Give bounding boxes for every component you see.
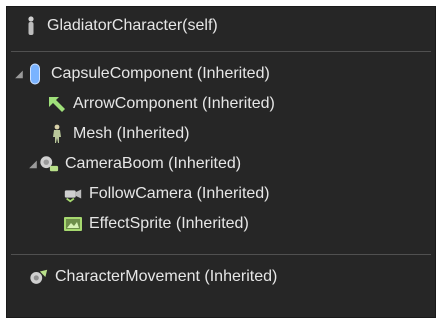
component-row-mesh[interactable]: Mesh (Inherited) — [7, 119, 435, 149]
component-label: CameraBoom (Inherited) — [65, 155, 242, 172]
mesh-icon — [47, 124, 67, 144]
component-row-followcamera[interactable]: FollowCamera (Inherited) — [7, 179, 435, 209]
component-label: GladiatorCharacter(self) — [47, 17, 218, 34]
movement-icon — [29, 267, 49, 287]
camera-icon — [63, 184, 83, 204]
separator — [11, 51, 431, 52]
character-icon — [21, 16, 41, 36]
component-label: ArrowComponent (Inherited) — [73, 95, 275, 112]
component-label: FollowCamera (Inherited) — [89, 185, 270, 202]
component-row-charactermovement[interactable]: CharacterMovement (Inherited) — [7, 262, 435, 292]
component-row-capsule[interactable]: ◢ CapsuleComponent (Inherited) — [7, 59, 435, 89]
camera-boom-icon — [39, 154, 59, 174]
components-panel: GladiatorCharacter(self) ◢ CapsuleCompon… — [6, 6, 436, 318]
component-row-cameraboom[interactable]: ◢ CameraBoom (Inherited) — [7, 149, 435, 179]
sprite-icon — [63, 214, 83, 234]
arrow-icon — [47, 94, 67, 114]
expand-arrow-icon[interactable]: ◢ — [27, 158, 39, 170]
separator — [11, 254, 431, 255]
component-label: Mesh (Inherited) — [73, 125, 190, 142]
component-row-effectsprite[interactable]: EffectSprite (Inherited) — [7, 209, 435, 239]
component-label: EffectSprite (Inherited) — [89, 215, 249, 232]
component-row-arrow[interactable]: ArrowComponent (Inherited) — [7, 89, 435, 119]
component-label: CapsuleComponent (Inherited) — [51, 65, 270, 82]
capsule-icon — [25, 63, 45, 85]
component-row-self[interactable]: GladiatorCharacter(self) — [7, 11, 435, 41]
component-label: CharacterMovement (Inherited) — [55, 268, 278, 285]
expand-arrow-icon[interactable]: ◢ — [13, 68, 25, 80]
